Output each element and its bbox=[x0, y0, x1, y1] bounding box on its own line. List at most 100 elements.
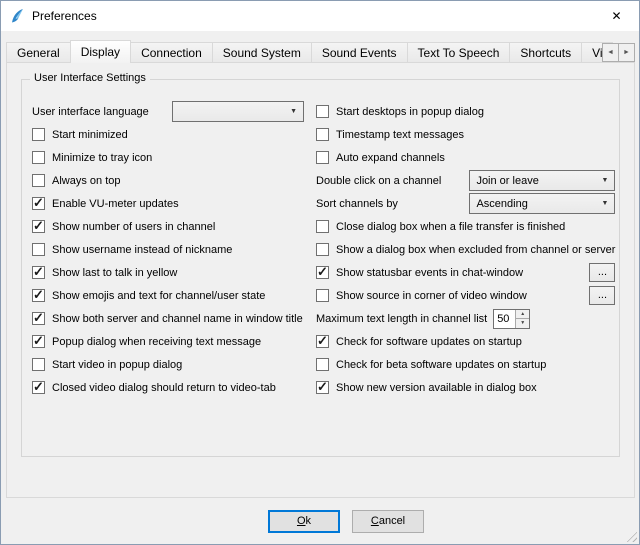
cancel-accel: C bbox=[371, 515, 379, 527]
language-row: User interface language ▼ bbox=[32, 100, 304, 123]
tab-general[interactable]: General bbox=[6, 42, 71, 62]
option-vu-meter-updates[interactable]: Enable VU-meter updates bbox=[32, 192, 304, 215]
checkbox[interactable] bbox=[316, 105, 329, 118]
option-video-return-tab[interactable]: Closed video dialog should return to vid… bbox=[32, 376, 304, 399]
sort-channels-combobox[interactable]: Ascending ▼ bbox=[469, 193, 615, 214]
checkbox[interactable] bbox=[32, 266, 45, 279]
option-last-talk-yellow[interactable]: Show last to talk in yellow bbox=[32, 261, 304, 284]
tab-bar: General Display Connection Sound System … bbox=[6, 39, 635, 63]
tab-scroll-left-button[interactable]: ◄ bbox=[602, 43, 619, 62]
cancel-button[interactable]: Cancel bbox=[352, 510, 424, 533]
label: Closed video dialog should return to vid… bbox=[52, 382, 276, 394]
label: Show a dialog box when excluded from cha… bbox=[336, 244, 615, 256]
checkbox[interactable] bbox=[32, 197, 45, 210]
option-username-instead-nickname[interactable]: Show username instead of nickname bbox=[32, 238, 304, 261]
tab-connection[interactable]: Connection bbox=[130, 42, 213, 62]
tab-display[interactable]: Display bbox=[70, 40, 131, 63]
max-text-length-label: Maximum text length in channel list bbox=[316, 313, 487, 325]
chevron-down-icon: ▼ bbox=[594, 200, 609, 207]
option-new-version-dialog[interactable]: Show new version available in dialog box bbox=[316, 376, 615, 399]
label: Show source in corner of video window bbox=[336, 290, 527, 302]
spinner-value: 50 bbox=[494, 310, 515, 328]
checkbox[interactable] bbox=[32, 174, 45, 187]
option-auto-expand-channels[interactable]: Auto expand channels bbox=[316, 146, 615, 169]
chevron-down-icon: ▼ bbox=[594, 177, 609, 184]
checkbox[interactable] bbox=[316, 243, 329, 256]
language-combobox[interactable]: ▼ bbox=[172, 101, 304, 122]
user-interface-settings-group: User Interface Settings User interface l… bbox=[21, 79, 620, 457]
spinner-down-button[interactable]: ▼ bbox=[516, 318, 529, 328]
group-title: User Interface Settings bbox=[30, 72, 150, 84]
ok-button[interactable]: Ok bbox=[268, 510, 340, 533]
checkbox[interactable] bbox=[32, 289, 45, 302]
dialog-buttons: Ok Cancel bbox=[1, 498, 639, 544]
checkbox[interactable] bbox=[32, 335, 45, 348]
label: Start video in popup dialog bbox=[52, 359, 182, 371]
video-source-config-button[interactable]: ... bbox=[589, 286, 615, 305]
checkbox[interactable] bbox=[316, 381, 329, 394]
checkbox[interactable] bbox=[316, 266, 329, 279]
checkbox[interactable] bbox=[316, 335, 329, 348]
double-click-row: Double click on a channel Join or leave … bbox=[316, 169, 615, 192]
option-video-source-corner[interactable]: Show source in corner of video window ..… bbox=[316, 284, 615, 307]
checkbox[interactable] bbox=[32, 358, 45, 371]
option-check-updates[interactable]: Check for software updates on startup bbox=[316, 330, 615, 353]
double-click-combobox[interactable]: Join or leave ▼ bbox=[469, 170, 615, 191]
statusbar-events-config-button[interactable]: ... bbox=[589, 263, 615, 282]
sort-channels-row: Sort channels by Ascending ▼ bbox=[316, 192, 615, 215]
double-click-label: Double click on a channel bbox=[316, 175, 441, 187]
tab-strip: General Display Connection Sound System … bbox=[6, 39, 613, 63]
max-text-length-spinner[interactable]: 50 ▲ ▼ bbox=[493, 309, 530, 329]
label: Show last to talk in yellow bbox=[52, 267, 177, 279]
option-server-channel-in-title[interactable]: Show both server and channel name in win… bbox=[32, 307, 304, 330]
option-minimize-to-tray[interactable]: Minimize to tray icon bbox=[32, 146, 304, 169]
tab-sound-events[interactable]: Sound Events bbox=[311, 42, 408, 62]
checkbox[interactable] bbox=[316, 358, 329, 371]
tab-sound-system[interactable]: Sound System bbox=[212, 42, 312, 62]
option-start-minimized[interactable]: Start minimized bbox=[32, 123, 304, 146]
spinner-buttons: ▲ ▼ bbox=[515, 310, 529, 328]
tab-text-to-speech[interactable]: Text To Speech bbox=[407, 42, 511, 62]
checkbox[interactable] bbox=[32, 243, 45, 256]
checkbox[interactable] bbox=[316, 289, 329, 302]
option-video-popup-dialog[interactable]: Start video in popup dialog bbox=[32, 353, 304, 376]
option-close-on-transfer-finished[interactable]: Close dialog box when a file transfer is… bbox=[316, 215, 615, 238]
close-button[interactable]: ✕ bbox=[594, 1, 639, 31]
double-click-value: Join or leave bbox=[476, 175, 538, 187]
titlebar[interactable]: Preferences ✕ bbox=[1, 1, 639, 31]
option-desktops-popup[interactable]: Start desktops in popup dialog bbox=[316, 100, 615, 123]
checkbox[interactable] bbox=[316, 220, 329, 233]
checkbox[interactable] bbox=[316, 151, 329, 164]
checkbox[interactable] bbox=[32, 312, 45, 325]
spinner-up-button[interactable]: ▲ bbox=[516, 310, 529, 319]
checkbox[interactable] bbox=[32, 381, 45, 394]
window-title: Preferences bbox=[32, 9, 97, 23]
checkbox[interactable] bbox=[32, 128, 45, 141]
option-statusbar-events[interactable]: Show statusbar events in chat-window ... bbox=[316, 261, 615, 284]
label: Enable VU-meter updates bbox=[52, 198, 179, 210]
option-show-user-count[interactable]: Show number of users in channel bbox=[32, 215, 304, 238]
language-label: User interface language bbox=[32, 106, 149, 118]
option-popup-text-message[interactable]: Popup dialog when receiving text message bbox=[32, 330, 304, 353]
option-timestamp-messages[interactable]: Timestamp text messages bbox=[316, 123, 615, 146]
label: Show number of users in channel bbox=[52, 221, 215, 233]
ok-accel: O bbox=[297, 515, 306, 527]
sort-channels-value: Ascending bbox=[476, 198, 527, 210]
app-logo-icon bbox=[9, 8, 25, 24]
option-always-on-top[interactable]: Always on top bbox=[32, 169, 304, 192]
checkbox[interactable] bbox=[32, 220, 45, 233]
tab-shortcuts[interactable]: Shortcuts bbox=[509, 42, 582, 62]
label: Always on top bbox=[52, 175, 120, 187]
checkbox[interactable] bbox=[316, 128, 329, 141]
checkbox[interactable] bbox=[32, 151, 45, 164]
label: Show username instead of nickname bbox=[52, 244, 232, 256]
option-emojis-text-state[interactable]: Show emojis and text for channel/user st… bbox=[32, 284, 304, 307]
right-column: Start desktops in popup dialog Timestamp… bbox=[316, 100, 615, 399]
label: Popup dialog when receiving text message bbox=[52, 336, 261, 348]
option-excluded-dialog[interactable]: Show a dialog box when excluded from cha… bbox=[316, 238, 615, 261]
option-check-beta-updates[interactable]: Check for beta software updates on start… bbox=[316, 353, 615, 376]
ok-rest: k bbox=[306, 515, 312, 527]
label: Show emojis and text for channel/user st… bbox=[52, 290, 265, 302]
tab-scroll-right-button[interactable]: ► bbox=[618, 43, 635, 62]
tab-scroll-widget: ◄ ► bbox=[602, 43, 635, 62]
